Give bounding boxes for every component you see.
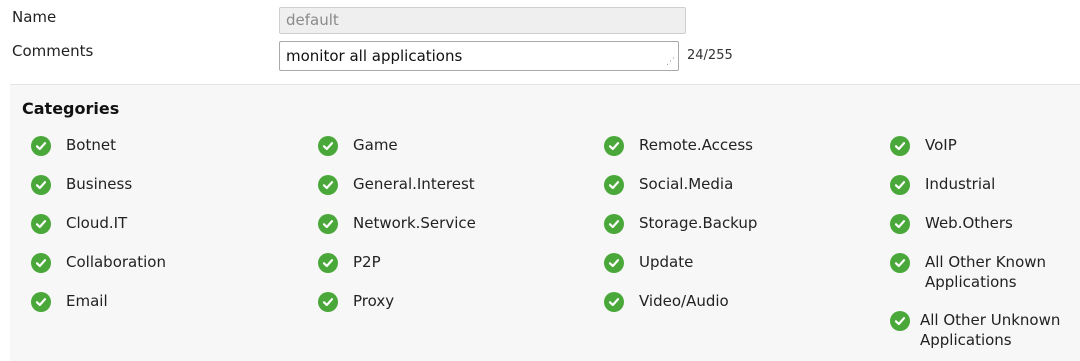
check-circle-icon (31, 136, 51, 156)
check-circle-icon (31, 253, 51, 273)
category-label: Botnet (66, 136, 116, 154)
categories-heading: Categories (22, 99, 120, 118)
category-item[interactable]: Remote.Access (604, 135, 753, 156)
category-label: Email (66, 292, 108, 310)
category-item[interactable]: Social.Media (604, 174, 733, 195)
category-label: VoIP (925, 136, 957, 154)
category-label: Proxy (353, 292, 395, 310)
category-item[interactable]: Proxy (318, 291, 394, 312)
comments-label: Comments (12, 42, 94, 60)
category-label: Game (353, 136, 398, 154)
check-circle-icon (318, 136, 338, 156)
check-circle-icon (604, 292, 624, 312)
comments-row: Comments (12, 42, 93, 60)
comments-text: monitor all applications (286, 47, 463, 65)
check-circle-icon (31, 292, 51, 312)
category-label: Business (66, 175, 133, 193)
comments-char-count: 24/255 (687, 48, 733, 63)
name-label: Name (12, 8, 57, 26)
category-item[interactable]: Cloud.IT (31, 213, 127, 234)
check-circle-icon (890, 175, 910, 195)
check-circle-icon (890, 136, 910, 156)
check-circle-icon (318, 214, 338, 234)
category-label: All Other Known Applications (925, 253, 1047, 291)
category-label: Storage.Backup (639, 214, 758, 232)
check-circle-icon (31, 175, 51, 195)
name-field: default (279, 7, 686, 34)
check-circle-icon (318, 253, 338, 273)
category-label: Remote.Access (639, 136, 753, 154)
comments-field[interactable]: monitor all applications ⋰ (279, 41, 679, 71)
resize-grip-icon[interactable]: ⋰ (666, 58, 675, 67)
check-circle-icon (318, 175, 338, 195)
category-item[interactable]: VoIP (890, 135, 1075, 156)
category-item[interactable]: Game (318, 135, 398, 156)
category-label: Industrial (925, 175, 996, 193)
category-label: Social.Media (639, 175, 734, 193)
category-item[interactable]: Email (31, 291, 108, 312)
category-item[interactable]: All Other Unknown Applications (890, 310, 1070, 350)
check-circle-icon (318, 292, 338, 312)
category-label: General.Interest (353, 175, 475, 193)
category-label: Video/Audio (639, 292, 729, 310)
category-item[interactable]: All Other Known Applications (890, 252, 1075, 292)
category-label: Collaboration (66, 253, 166, 271)
check-circle-icon (890, 253, 910, 273)
check-circle-icon (604, 214, 624, 234)
name-row: Name (12, 8, 56, 26)
categories-panel: Categories Botnet Business Cloud.IT Collabo… (10, 84, 1080, 361)
check-circle-icon (604, 175, 624, 195)
category-item[interactable]: Web.Others (890, 213, 1075, 234)
check-circle-icon (604, 136, 624, 156)
check-circle-icon (31, 214, 51, 234)
category-item[interactable]: Video/Audio (604, 291, 729, 312)
category-item[interactable]: Business (31, 174, 132, 195)
category-label: Update (639, 253, 694, 271)
category-item[interactable]: Update (604, 252, 693, 273)
category-item[interactable]: Storage.Backup (604, 213, 757, 234)
check-circle-icon (604, 253, 624, 273)
category-item[interactable]: Botnet (31, 135, 116, 156)
category-label: Web.Others (925, 214, 1013, 232)
category-label: P2P (353, 253, 381, 271)
category-item[interactable]: Collaboration (31, 252, 166, 273)
category-item[interactable]: Industrial (890, 174, 1075, 195)
category-label: Cloud.IT (66, 214, 128, 232)
category-item[interactable]: General.Interest (318, 174, 475, 195)
check-circle-icon (890, 214, 910, 234)
check-circle-icon (890, 311, 910, 331)
category-label: All Other Unknown Applications (920, 311, 1061, 349)
category-label: Network.Service (353, 214, 476, 232)
category-item[interactable]: P2P (318, 252, 381, 273)
category-item[interactable]: Network.Service (318, 213, 476, 234)
